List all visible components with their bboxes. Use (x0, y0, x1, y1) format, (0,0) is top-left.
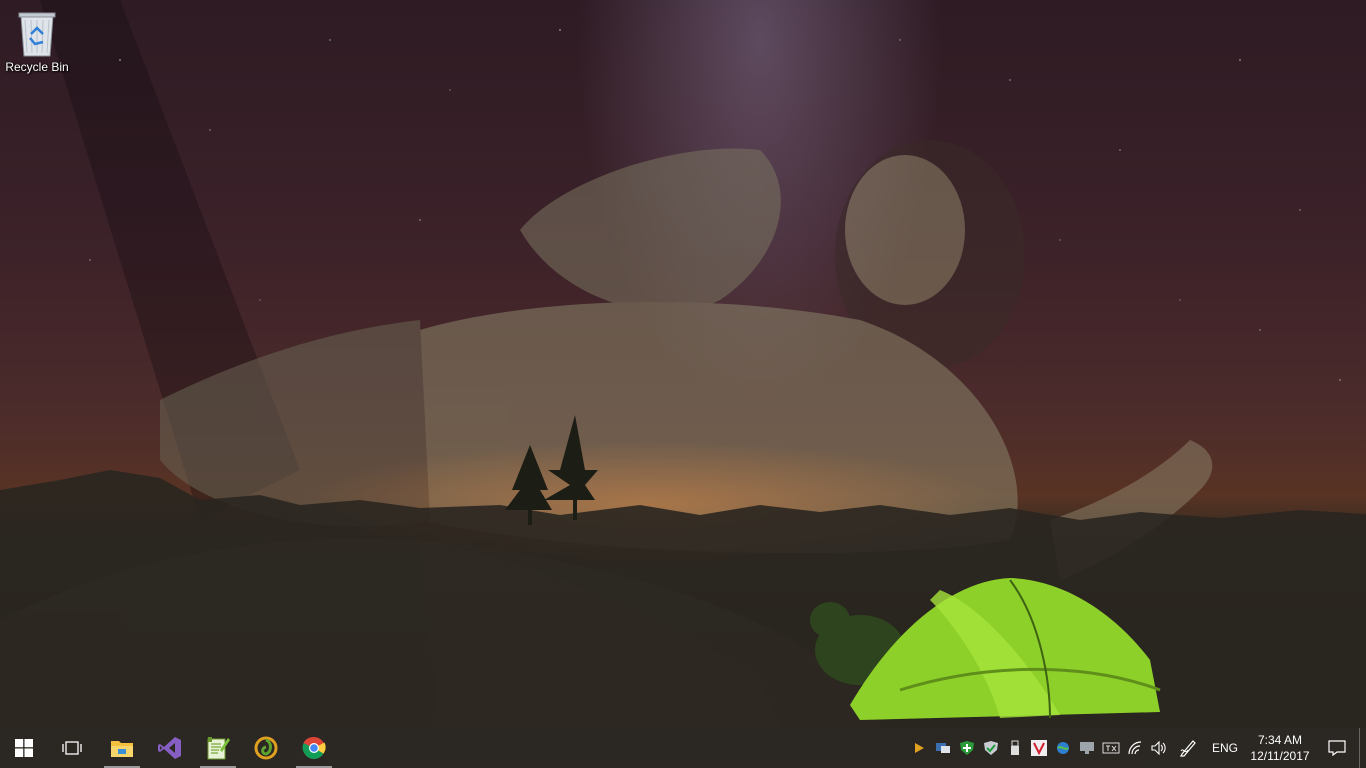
desktop-icon-recycle-bin[interactable]: Recycle Bin (2, 6, 72, 86)
wifi-icon (1128, 741, 1142, 755)
lazarus-ide-icon (254, 736, 278, 760)
notification-icon (1328, 740, 1346, 756)
wallpaper-scene (0, 0, 1366, 728)
tray-network-monitor[interactable] (931, 728, 955, 768)
input-method-icon (1102, 742, 1120, 754)
tray-globe-sync[interactable] (1051, 728, 1075, 768)
tray-volume[interactable] (1147, 728, 1171, 768)
vivaldi-icon (1031, 740, 1047, 756)
system-tray: ENG 7:34 AM 12/11/2017 (907, 728, 1366, 768)
tray-security-shield[interactable] (955, 728, 979, 768)
tray-media-play[interactable] (907, 728, 931, 768)
windows-start-icon (15, 739, 33, 757)
taskbar: ENG 7:34 AM 12/11/2017 (0, 728, 1366, 768)
tray-pen[interactable] (1171, 728, 1205, 768)
clock-time: 7:34 AM (1257, 733, 1303, 747)
media-play-icon (915, 743, 924, 753)
start-button[interactable] (0, 728, 48, 768)
volume-icon (1151, 741, 1166, 755)
desktop-wallpaper (0, 0, 1366, 728)
tray-display[interactable] (1075, 728, 1099, 768)
taskbar-file-explorer[interactable] (98, 728, 146, 768)
clock[interactable]: 7:34 AM 12/11/2017 (1245, 732, 1315, 764)
taskbar-visual-studio[interactable] (146, 728, 194, 768)
network-monitor-icon (936, 743, 950, 753)
taskbar-notepad-plus-plus[interactable] (194, 728, 242, 768)
recycle-bin-label: Recycle Bin (5, 60, 69, 74)
taskbar-lazarus-ide[interactable] (242, 728, 290, 768)
tray-usb-drive[interactable] (1003, 728, 1027, 768)
task-view-icon (62, 741, 82, 755)
usb-drive-icon (1011, 740, 1019, 755)
tray-input-method[interactable] (1099, 728, 1123, 768)
action-center-button[interactable] (1315, 728, 1359, 768)
globe-sync-icon (1057, 742, 1069, 754)
language-indicator[interactable]: ENG (1205, 741, 1245, 755)
tray-defender[interactable] (979, 728, 1003, 768)
recycle-bin-icon (15, 8, 59, 58)
defender-icon (984, 741, 998, 755)
tray-vivaldi[interactable] (1027, 728, 1051, 768)
pen-icon (1180, 740, 1196, 757)
file-explorer-icon (111, 741, 133, 757)
taskbar-chrome[interactable] (290, 728, 338, 768)
chrome-icon (302, 736, 326, 759)
show-desktop-button[interactable] (1359, 728, 1366, 768)
clock-date: 12/11/2017 (1250, 749, 1310, 763)
display-icon (1080, 742, 1094, 754)
visual-studio-icon (158, 737, 181, 759)
security-shield-icon (960, 741, 974, 755)
tray-wifi[interactable] (1123, 728, 1147, 768)
task-view-button[interactable] (48, 728, 96, 768)
notepad-plus-plus-icon (207, 737, 230, 760)
